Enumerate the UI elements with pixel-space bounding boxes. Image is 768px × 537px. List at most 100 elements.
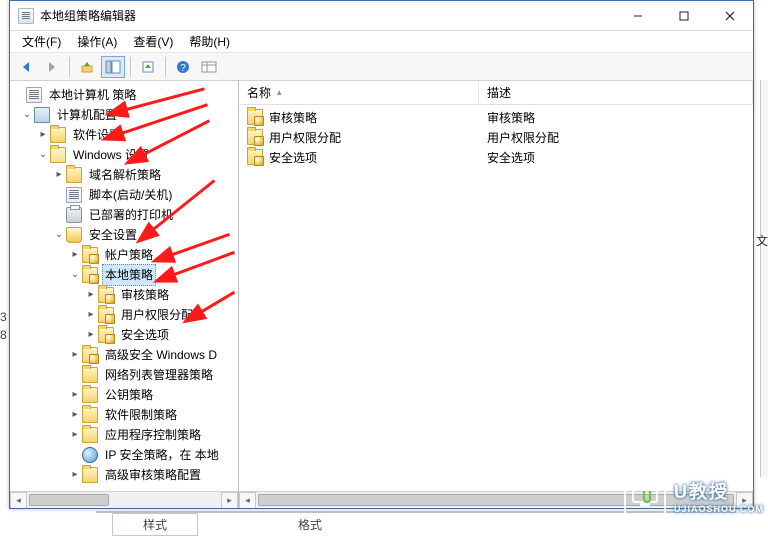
expander-icon[interactable]: ▸ [52, 168, 66, 182]
expander-icon[interactable]: ⌄ [36, 148, 50, 162]
tree-hscrollbar[interactable]: ◂ ▸ [10, 491, 238, 508]
folder-icon [82, 407, 98, 423]
expander-icon[interactable]: ▸ [68, 388, 82, 402]
tree-computer-config[interactable]: 计算机配置 [54, 105, 120, 125]
menu-action[interactable]: 操作(A) [71, 31, 123, 52]
gpedit-window: 本地组策略编辑器 文件(F) 操作(A) 查看(V) 帮助(H) ? ▸ [9, 0, 754, 509]
tree-deployed-printers[interactable]: 已部署的打印机 [86, 205, 176, 225]
tree-scripts[interactable]: 脚本(启动/关机) [86, 185, 175, 205]
expander-icon[interactable]: ▸ [84, 288, 98, 302]
expander-icon[interactable]: ▸ [68, 248, 82, 262]
menu-bar: 文件(F) 操作(A) 查看(V) 帮助(H) [10, 31, 753, 53]
menu-view[interactable]: 查看(V) [127, 31, 179, 52]
watermark: U教授 UJIAOSHOU.COM [624, 475, 764, 517]
tree-security-settings[interactable]: 安全设置 [86, 225, 140, 245]
up-button[interactable] [75, 56, 99, 78]
tree-pane: ▸ 本地计算机 策略 ⌄ 计算机配置 ▸ 软件设置 ⌄ W [10, 81, 239, 508]
tree-security-options[interactable]: 安全选项 [118, 325, 172, 345]
shield-icon [66, 227, 82, 243]
tree-local-policies[interactable]: 本地策略 [102, 264, 156, 286]
column-desc[interactable]: 描述 [479, 81, 753, 104]
tree-windows-settings[interactable]: Windows 设置 [70, 145, 152, 165]
bg-number-3: 3 [0, 310, 7, 324]
folder-lock-icon [98, 287, 114, 303]
tree-ip-security[interactable]: IP 安全策略，在 本地 [102, 445, 222, 465]
export-button[interactable] [136, 56, 160, 78]
folder-icon [82, 467, 98, 483]
tree-dns-policy[interactable]: 域名解析策略 [86, 165, 164, 185]
expander-icon[interactable]: ▸ [84, 308, 98, 322]
scroll-thumb[interactable] [29, 494, 109, 506]
list-item-desc: 用户权限分配 [487, 129, 559, 146]
bg-right-strip [760, 80, 768, 477]
tree-adv-audit[interactable]: 高级审核策略配置 [102, 465, 204, 485]
bg-right-char: 文 [756, 232, 768, 249]
tree-network-list[interactable]: 网络列表管理器策略 [102, 365, 216, 385]
globe-icon [82, 447, 98, 463]
list-header: 名称▴ 描述 [239, 81, 753, 105]
maximize-button[interactable] [661, 1, 707, 31]
folder-icon [82, 427, 98, 443]
folder-lock-icon [82, 267, 98, 283]
list-item[interactable]: 安全选项 安全选项 [239, 147, 753, 167]
folder-lock-icon [98, 307, 114, 323]
tree-adv-windows[interactable]: 高级安全 Windows D [102, 345, 220, 365]
folder-icon [66, 167, 82, 183]
minimize-button[interactable] [615, 1, 661, 31]
svg-text:?: ? [180, 63, 186, 74]
watermark-url: UJIAOSHOU.COM [674, 504, 764, 514]
list-item-name: 安全选项 [269, 149, 317, 166]
expander-icon[interactable]: ▸ [68, 408, 82, 422]
expander-icon[interactable]: ▸ [36, 128, 50, 142]
list-item[interactable]: 用户权限分配 用户权限分配 [239, 127, 753, 147]
tree-audit-policy[interactable]: 审核策略 [118, 285, 172, 305]
expander-icon[interactable]: ▸ [68, 428, 82, 442]
watermark-title: U教授 [674, 478, 764, 504]
list-item-name: 审核策略 [269, 109, 317, 126]
scroll-left-icon[interactable]: ◂ [10, 492, 27, 509]
folder-lock-icon [82, 347, 98, 363]
tree-app-control[interactable]: 应用程序控制策略 [102, 425, 204, 445]
tree-user-rights[interactable]: 用户权限分配 [118, 305, 196, 325]
back-button[interactable] [14, 56, 38, 78]
properties-button[interactable] [197, 56, 221, 78]
expander-icon[interactable]: ⌄ [52, 228, 66, 242]
folder-lock-icon [247, 109, 263, 125]
folder-icon [50, 127, 66, 143]
help-button[interactable]: ? [171, 56, 195, 78]
tree-software-restriction[interactable]: 软件限制策略 [102, 405, 180, 425]
window-title: 本地组策略编辑器 [40, 7, 615, 24]
script-icon [66, 187, 82, 203]
list-item[interactable]: 审核策略 审核策略 [239, 107, 753, 127]
bg-number-8: 8 [0, 328, 7, 342]
expander-icon[interactable]: ⌄ [20, 108, 34, 122]
toolbar-sep-2 [130, 57, 131, 77]
computer-icon [34, 107, 50, 123]
folder-lock-icon [82, 247, 98, 263]
forward-button[interactable] [40, 56, 64, 78]
show-hide-tree-button[interactable] [101, 56, 125, 78]
tree-public-key[interactable]: 公钥策略 [102, 385, 156, 405]
toolbar-sep-3 [165, 57, 166, 77]
tree-account-policies[interactable]: 帐户策略 [102, 245, 156, 265]
title-bar[interactable]: 本地组策略编辑器 [10, 1, 753, 31]
column-name[interactable]: 名称▴ [239, 81, 479, 104]
expander-icon[interactable]: ▸ [68, 348, 82, 362]
expander-icon[interactable]: ▸ [84, 328, 98, 342]
folder-lock-icon [247, 149, 263, 165]
scroll-right-icon[interactable]: ▸ [221, 492, 238, 509]
expander-icon[interactable]: ▸ [68, 468, 82, 482]
toolbar: ? [10, 53, 753, 81]
tree-root[interactable]: 本地计算机 策略 [46, 85, 139, 105]
scroll-left-icon[interactable]: ◂ [239, 492, 256, 509]
tree-software-settings[interactable]: 软件设置 [70, 125, 124, 145]
app-icon [18, 8, 34, 24]
close-button[interactable] [707, 1, 753, 31]
folder-lock-icon [247, 129, 263, 145]
menu-help[interactable]: 帮助(H) [183, 31, 236, 52]
policy-tree[interactable]: ▸ 本地计算机 策略 ⌄ 计算机配置 ▸ 软件设置 ⌄ W [10, 81, 238, 489]
list-body: 审核策略 审核策略 用户权限分配 用户权限分配 安全选项 安全选项 [239, 105, 753, 169]
menu-file[interactable]: 文件(F) [16, 31, 67, 52]
expander-icon[interactable]: ⌄ [68, 268, 82, 282]
content-pane: 名称▴ 描述 审核策略 审核策略 用户权限分配 用户权限分配 安全选项 安全选项… [239, 81, 753, 508]
